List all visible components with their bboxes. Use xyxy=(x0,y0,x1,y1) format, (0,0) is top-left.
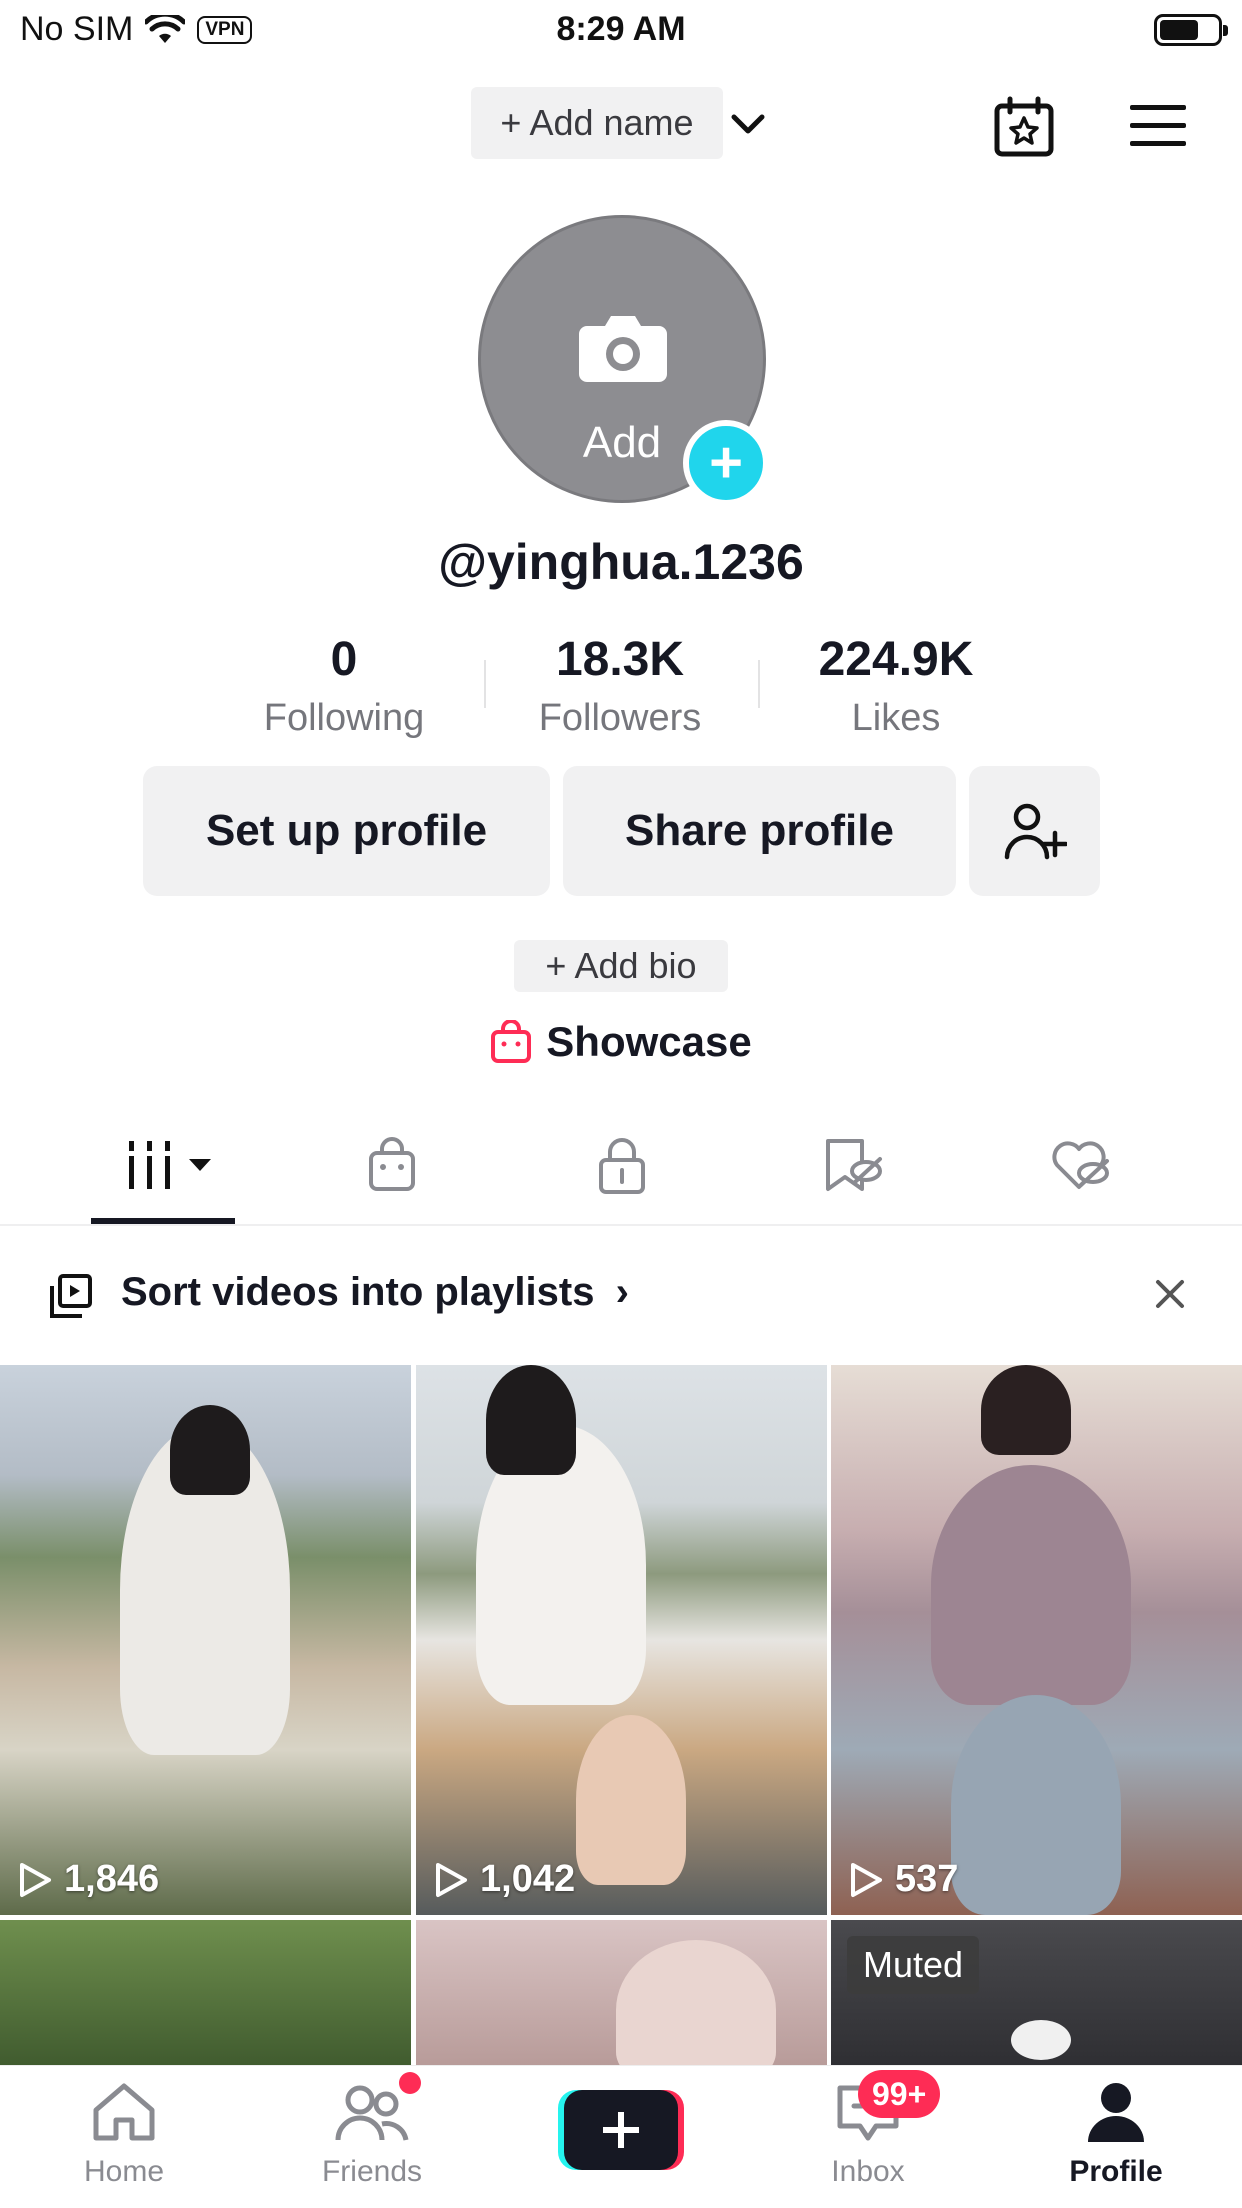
playlist-banner-label: Sort videos into playlists xyxy=(121,1270,595,1314)
status-time: 8:29 AM xyxy=(556,10,686,48)
add-name-button[interactable]: + Add name xyxy=(471,87,723,159)
nav-friends-label: Friends xyxy=(321,2155,423,2188)
shopping-bag-icon xyxy=(369,1137,415,1191)
play-icon xyxy=(851,1862,882,1897)
home-icon xyxy=(93,2083,155,2141)
stat-divider xyxy=(484,660,486,708)
stat-following[interactable]: 0 Following xyxy=(244,632,444,740)
video-thumbnail[interactable] xyxy=(416,1920,827,2065)
video-thumbnail[interactable]: 537 xyxy=(831,1365,1242,1915)
view-count-label: 537 xyxy=(895,1858,959,1900)
tab-private[interactable] xyxy=(590,1130,654,1200)
lock-icon xyxy=(599,1138,645,1194)
video-thumbnail[interactable] xyxy=(0,1920,411,2065)
video-thumbnail[interactable]: 1,042 xyxy=(416,1365,827,1915)
showcase-link[interactable]: Showcase xyxy=(0,1018,1242,1066)
set-up-profile-button[interactable]: Set up profile xyxy=(143,766,550,896)
video-thumbnail[interactable]: 1,846 xyxy=(0,1365,411,1915)
active-tab-indicator xyxy=(91,1218,235,1224)
bottom-nav: Home Friends Inbox 99+ Profile xyxy=(0,2065,1242,2208)
stat-value: 0 xyxy=(330,633,358,686)
play-icon xyxy=(436,1862,467,1897)
tab-liked[interactable] xyxy=(1046,1130,1116,1200)
camera-icon xyxy=(579,316,667,382)
view-count: 1,042 xyxy=(434,1858,575,1901)
shopping-bag-icon xyxy=(491,1020,532,1063)
nav-profile[interactable]: Profile xyxy=(1036,2080,1196,2189)
chevron-right-icon: › xyxy=(615,1270,629,1314)
tab-videos[interactable] xyxy=(110,1130,220,1200)
hamburger-menu-icon[interactable] xyxy=(1128,102,1188,150)
showcase-label: Showcase xyxy=(546,1018,752,1065)
videos-grid-icon xyxy=(126,1141,211,1189)
playlist-banner-text: Sort videos into playlists › xyxy=(121,1270,629,1315)
notification-dot xyxy=(399,2072,421,2094)
nav-home-label: Home xyxy=(83,2155,165,2188)
view-count-label: 1,846 xyxy=(64,1858,160,1900)
video-grid: 1,846 1,042 537 Muted xyxy=(0,1365,1242,2065)
content-tabs xyxy=(0,1110,1242,1226)
video-thumbnail[interactable]: Muted xyxy=(831,1920,1242,2065)
profile-icon xyxy=(1088,2083,1144,2142)
friends-icon xyxy=(335,2085,409,2141)
view-count-label: 1,042 xyxy=(480,1858,576,1900)
nav-home[interactable]: Home xyxy=(44,2080,204,2189)
stat-value: 224.9K xyxy=(818,633,974,686)
view-count: 1,846 xyxy=(18,1858,159,1901)
avatar-add-button[interactable]: + xyxy=(683,420,769,506)
add-user-icon xyxy=(1004,803,1067,860)
tab-shop[interactable] xyxy=(360,1130,424,1200)
view-count: 537 xyxy=(849,1858,958,1901)
stat-label: Following xyxy=(263,697,425,739)
stat-followers[interactable]: 18.3K Followers xyxy=(520,632,720,740)
calendar-star-icon[interactable] xyxy=(993,96,1055,158)
stat-divider xyxy=(758,660,760,708)
close-icon[interactable] xyxy=(1152,1276,1188,1312)
bookmark-hidden-icon xyxy=(826,1139,882,1191)
share-profile-button[interactable]: Share profile xyxy=(563,766,956,896)
stat-label: Followers xyxy=(538,697,702,739)
play-icon xyxy=(20,1862,51,1897)
playlist-banner[interactable]: Sort videos into playlists › xyxy=(0,1240,1242,1352)
nav-profile-label: Profile xyxy=(1069,2155,1163,2188)
muted-badge: Muted xyxy=(847,1936,980,1994)
stat-likes[interactable]: 224.9K Likes xyxy=(796,632,996,740)
nav-friends[interactable]: Friends xyxy=(292,2080,452,2189)
battery-icon xyxy=(1154,14,1228,46)
status-bar: No SIM VPN 8:29 AM xyxy=(0,0,1242,62)
create-plus-icon[interactable] xyxy=(556,2086,686,2174)
nav-inbox-label: Inbox xyxy=(831,2155,905,2188)
stat-value: 18.3K xyxy=(555,633,685,686)
tab-saved[interactable] xyxy=(818,1130,888,1200)
add-friend-button[interactable] xyxy=(969,766,1100,896)
playlist-icon xyxy=(50,1274,92,1318)
heart-hidden-icon xyxy=(1052,1141,1109,1189)
username: @yinghua.1236 xyxy=(438,534,804,590)
inbox-badge: 99+ xyxy=(858,2070,941,2118)
stat-label: Likes xyxy=(851,697,941,739)
chevron-down-icon[interactable] xyxy=(728,104,768,144)
add-bio-button[interactable]: + Add bio xyxy=(514,940,728,992)
